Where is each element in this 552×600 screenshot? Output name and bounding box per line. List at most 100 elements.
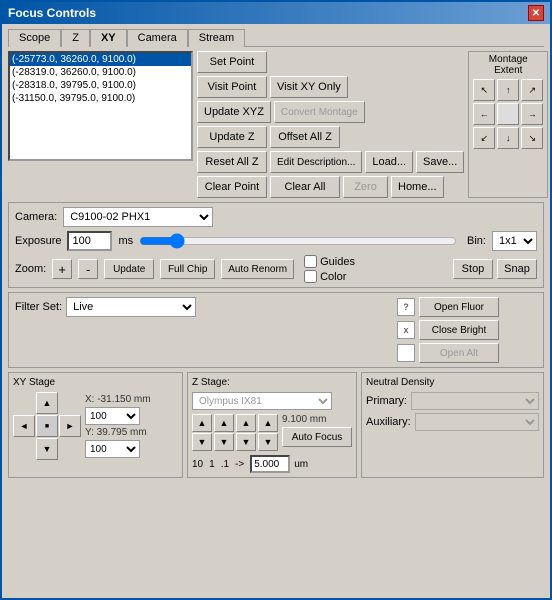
- z-down-3[interactable]: ▼: [236, 433, 256, 451]
- tab-z[interactable]: Z: [61, 29, 90, 47]
- z-up-3[interactable]: ▲: [236, 414, 256, 432]
- primary-row: Primary:: [366, 392, 539, 410]
- z-col-3: ▲ ▼: [236, 414, 256, 451]
- update-xyz-button[interactable]: Update XYZ: [197, 101, 271, 123]
- xy-center-button[interactable]: ■: [36, 415, 58, 437]
- bin-label: Bin:: [467, 235, 486, 247]
- y-step-select[interactable]: 100: [85, 440, 140, 458]
- point-list-item[interactable]: (-25773.0, 36260.0, 9100.0): [10, 53, 191, 66]
- reset-all-z-button[interactable]: Reset All Z: [197, 151, 267, 173]
- exposure-input[interactable]: [67, 231, 112, 251]
- camera-select[interactable]: C9100-02 PHX1: [63, 207, 213, 227]
- tab-stream[interactable]: Stream: [188, 29, 245, 47]
- x-field-row: X: -31.150 mm: [85, 394, 151, 405]
- color-checkbox[interactable]: [304, 270, 317, 283]
- save-button[interactable]: Save...: [416, 151, 464, 173]
- step-unit: um: [294, 459, 308, 470]
- fluor-icon-1: ?: [397, 298, 415, 316]
- zero-button[interactable]: Zero: [343, 176, 388, 198]
- z-up-4[interactable]: ▲: [258, 414, 278, 432]
- montage-arrow-down[interactable]: ↓: [497, 127, 519, 149]
- open-fluor-button[interactable]: Open Fluor: [419, 297, 499, 317]
- main-content: Scope Z XY Camera Stream (-25773.0, 3626…: [2, 24, 550, 598]
- tab-bar: Scope Z XY Camera Stream: [8, 28, 544, 47]
- offset-all-z-button[interactable]: Offset All Z: [270, 126, 340, 148]
- z-down-4[interactable]: ▼: [258, 433, 278, 451]
- color-checkbox-label[interactable]: Color: [304, 270, 355, 283]
- xy-right-button[interactable]: ►: [59, 415, 81, 437]
- step-input[interactable]: [250, 455, 290, 473]
- tab-scope[interactable]: Scope: [8, 29, 61, 47]
- update-button[interactable]: Update: [104, 259, 154, 279]
- auxiliary-label: Auxiliary:: [366, 416, 411, 428]
- z-stage-title: Z Stage:: [192, 377, 352, 388]
- montage-arrow-ul[interactable]: ↖: [473, 79, 495, 101]
- snap-button[interactable]: Snap: [497, 259, 537, 279]
- zoom-minus-button[interactable]: -: [78, 259, 98, 279]
- update-z-button[interactable]: Update Z: [197, 126, 267, 148]
- fluor-icon-2: x: [397, 321, 415, 339]
- close-bright-button[interactable]: Close Bright: [419, 320, 499, 340]
- montage-arrow-center[interactable]: [497, 103, 519, 125]
- montage-arrow-dl[interactable]: ↙: [473, 127, 495, 149]
- set-point-button[interactable]: Set Point: [197, 51, 267, 73]
- camera-panel: Camera: C9100-02 PHX1 Exposure ms Bin: 1…: [8, 202, 544, 288]
- visit-xy-only-button[interactable]: Visit XY Only: [270, 76, 348, 98]
- auto-renorm-button[interactable]: Auto Renorm: [221, 259, 294, 279]
- close-bright-row: x Close Bright: [397, 320, 537, 340]
- zoom-label: Zoom:: [15, 263, 46, 275]
- z-stage-select[interactable]: Olympus IX81: [192, 392, 332, 410]
- clear-point-button[interactable]: Clear Point: [197, 176, 267, 198]
- montage-arrows: ↖ ↑ ↗ ← → ↙ ↓ ↘: [473, 79, 543, 149]
- z-up-2[interactable]: ▲: [214, 414, 234, 432]
- camera-label: Camera:: [15, 211, 57, 223]
- exposure-slider[interactable]: [139, 233, 457, 249]
- montage-arrow-up[interactable]: ↑: [497, 79, 519, 101]
- point-list-item[interactable]: (-28318.0, 39795.0, 9100.0): [10, 79, 191, 92]
- guides-label: Guides: [320, 256, 355, 268]
- guides-checkbox[interactable]: [304, 255, 317, 268]
- primary-select[interactable]: [411, 392, 539, 410]
- z-up-1[interactable]: ▲: [192, 414, 212, 432]
- color-label: Color: [320, 271, 346, 283]
- auxiliary-select[interactable]: [415, 413, 539, 431]
- z-down-2[interactable]: ▼: [214, 433, 234, 451]
- guides-checkbox-label[interactable]: Guides: [304, 255, 355, 268]
- tab-xy[interactable]: XY: [90, 29, 127, 47]
- close-button[interactable]: ✕: [528, 5, 544, 21]
- xy-fields: X: -31.150 mm 100 Y: 39.795 mm: [85, 394, 151, 458]
- open-alt-button[interactable]: Open Alt: [419, 343, 499, 363]
- convert-montage-button[interactable]: Convert Montage: [274, 101, 365, 123]
- button-row-2: Visit Point Visit XY Only: [197, 76, 464, 98]
- auto-focus-button[interactable]: Auto Focus: [282, 427, 352, 447]
- step-label-01: .1: [221, 459, 229, 470]
- xy-left-button[interactable]: ◄: [13, 415, 35, 437]
- x-step-select[interactable]: 100: [85, 407, 140, 425]
- window-title: Focus Controls: [8, 6, 96, 20]
- montage-arrow-left[interactable]: ←: [473, 103, 495, 125]
- tab-camera[interactable]: Camera: [127, 29, 188, 47]
- point-list-item[interactable]: (-31150.0, 39795.0, 9100.0): [10, 92, 191, 105]
- xy-up-button[interactable]: ▲: [36, 392, 58, 414]
- point-list[interactable]: (-25773.0, 36260.0, 9100.0) (-28319.0, 3…: [8, 51, 193, 161]
- load-button[interactable]: Load...: [365, 151, 413, 173]
- z-col-1: ▲ ▼: [192, 414, 212, 451]
- point-list-item[interactable]: (-28319.0, 36260.0, 9100.0): [10, 66, 191, 79]
- bin-select[interactable]: 1x12x24x4: [492, 231, 537, 251]
- montage-arrow-right[interactable]: →: [521, 103, 543, 125]
- full-chip-button[interactable]: Full Chip: [160, 259, 215, 279]
- zoom-plus-button[interactable]: +: [52, 259, 72, 279]
- montage-arrow-ur[interactable]: ↗: [521, 79, 543, 101]
- focus-controls-window: Focus Controls ✕ Scope Z XY Camera Strea…: [0, 0, 552, 600]
- z-stage-panel: Z Stage: Olympus IX81 ▲ ▼ ▲ ▼: [187, 372, 357, 478]
- xy-down-button[interactable]: ▼: [36, 438, 58, 460]
- montage-arrow-dr[interactable]: ↘: [521, 127, 543, 149]
- filter-label: Filter Set:: [15, 301, 62, 313]
- edit-description-button[interactable]: Edit Description...: [270, 151, 362, 173]
- filter-select[interactable]: Live: [66, 297, 196, 317]
- z-down-1[interactable]: ▼: [192, 433, 212, 451]
- stop-button[interactable]: Stop: [453, 259, 493, 279]
- clear-all-button[interactable]: Clear All: [270, 176, 340, 198]
- visit-point-button[interactable]: Visit Point: [197, 76, 267, 98]
- home-button[interactable]: Home...: [391, 176, 444, 198]
